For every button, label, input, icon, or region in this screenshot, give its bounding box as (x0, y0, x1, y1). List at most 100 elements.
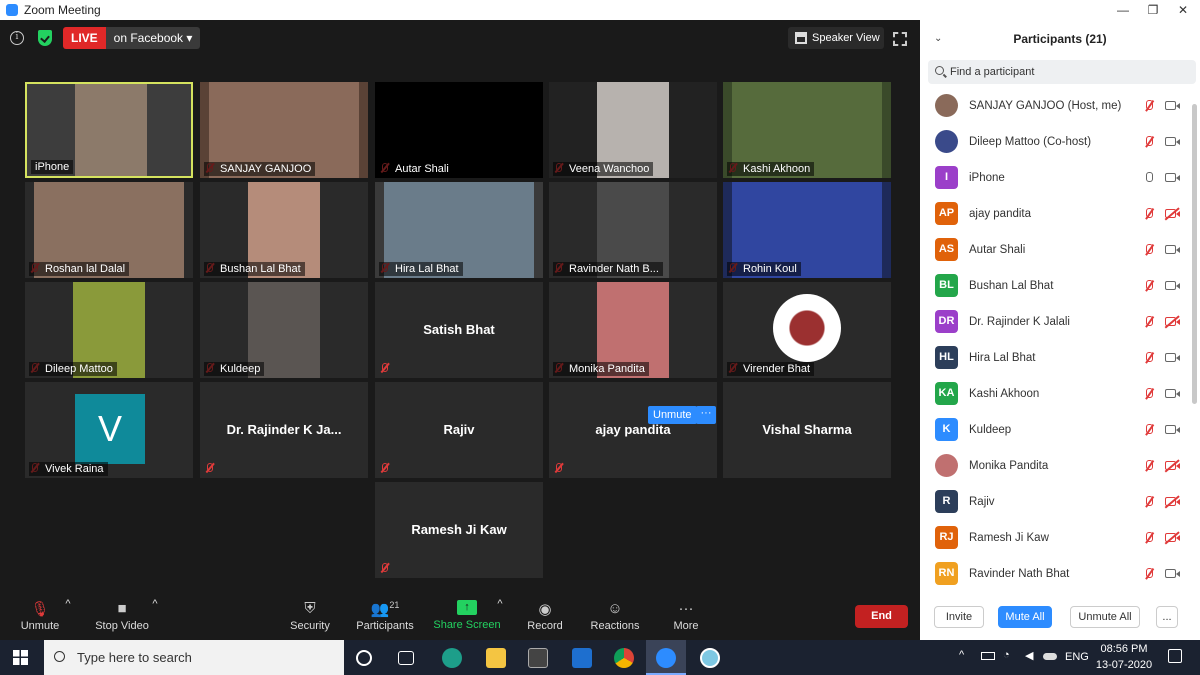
avatar: RJ (935, 526, 958, 549)
participant-row[interactable]: KA Kashi Akhoon (920, 376, 1192, 412)
meeting-toolbar: 🎙 Unmute ^ ■ Stop Video ^ ⛨ Security 👥21… (0, 594, 920, 640)
mute-all-button[interactable]: Mute All (998, 606, 1052, 628)
tile-name-label: Autar Shali (379, 162, 453, 176)
video-tile[interactable]: Roshan lal Dalal (25, 182, 193, 278)
taskbar-date[interactable]: 13-07-2020 (1095, 659, 1153, 671)
panel-more-button[interactable]: ... (1156, 606, 1178, 628)
participant-video (75, 84, 147, 176)
record-button[interactable]: ◉ Record (505, 594, 585, 632)
avatar: K (935, 418, 958, 441)
participant-row[interactable]: DR Dr. Rajinder K Jalali (920, 304, 1192, 340)
video-tile[interactable]: Kashi Akhoon (723, 82, 891, 178)
live-target-label: on Facebook (113, 31, 184, 45)
reactions-button[interactable]: ☺ Reactions (575, 594, 655, 632)
taskbar-search-input[interactable]: Type here to search (44, 640, 344, 675)
collapse-panel-icon[interactable]: ⌄ (934, 20, 942, 58)
video-tile[interactable]: Virender Bhat (723, 282, 891, 378)
maximize-button[interactable]: ❐ (1138, 0, 1168, 20)
participant-row[interactable]: IiPhone (920, 160, 1192, 196)
video-options-caret[interactable]: ^ (145, 598, 165, 610)
video-tile[interactable]: Rohin Koul (723, 182, 891, 278)
chrome-icon[interactable] (614, 648, 634, 668)
notifications-icon[interactable] (1168, 649, 1182, 663)
mail-icon[interactable] (572, 648, 592, 668)
wifi-icon[interactable]: ◔ (1003, 649, 1010, 661)
audio-options-caret[interactable]: ^ (58, 598, 78, 610)
video-tile[interactable]: Kuldeep (200, 282, 368, 378)
close-button[interactable]: ✕ (1168, 0, 1198, 20)
language-indicator[interactable]: ENG (1065, 651, 1089, 663)
video-tile[interactable]: Veena Wanchoo (549, 82, 717, 178)
participants-button[interactable]: 👥21 Participants (345, 594, 425, 632)
video-tile[interactable]: Satish Bhat (375, 282, 543, 378)
video-tile[interactable]: Monika Pandita (549, 282, 717, 378)
store-icon[interactable] (528, 648, 548, 668)
video-tile[interactable]: Rajiv (375, 382, 543, 478)
show-hidden-icons-icon[interactable]: ^ (959, 649, 964, 661)
video-tile[interactable]: Dileep Mattoo (25, 282, 193, 378)
edge-icon[interactable] (442, 648, 462, 668)
tile-unmute-button[interactable]: Unmute (648, 406, 697, 424)
battery-icon[interactable] (981, 652, 995, 660)
tile-more-button[interactable]: ··· (696, 406, 716, 424)
muted-microphone-icon (1144, 244, 1154, 256)
windows-start-icon[interactable] (13, 650, 28, 665)
volume-icon[interactable]: ◀ (1025, 649, 1033, 662)
participant-row[interactable]: RJ Ramesh Ji Kaw (920, 520, 1192, 556)
live-stream-indicator[interactable]: LIVE on Facebook ▾ (63, 27, 201, 49)
live-target-dropdown[interactable]: on Facebook ▾ (105, 27, 201, 49)
participant-row[interactable]: R Rajiv (920, 484, 1192, 520)
participant-row[interactable]: RN Ravinder Nath Bhat (920, 556, 1192, 592)
participants-icon: 👥21 (370, 600, 400, 618)
taskbar-time[interactable]: 08:56 PM (1099, 643, 1149, 655)
video-tile[interactable]: Autar Shali (375, 82, 543, 178)
video-off-icon (1165, 533, 1180, 542)
task-view-icon[interactable] (398, 651, 414, 665)
video-tile[interactable]: Ramesh Ji Kaw (375, 482, 543, 578)
participant-row[interactable]: HL Hira Lal Bhat (920, 340, 1192, 376)
video-tile[interactable]: Bushan Lal Bhat (200, 182, 368, 278)
security-button[interactable]: ⛨ Security (270, 594, 350, 632)
muted-microphone-icon (1144, 424, 1154, 436)
video-tile[interactable]: SANJAY GANJOO (200, 82, 368, 178)
participant-row[interactable]: AP ajay pandita (920, 196, 1192, 232)
fullscreen-icon[interactable] (893, 32, 907, 46)
end-meeting-button[interactable]: End (855, 605, 908, 628)
muted-microphone-icon (1144, 316, 1154, 328)
participant-row[interactable]: K Kuldeep (920, 412, 1192, 448)
video-tile[interactable]: Vishal Sharma (723, 382, 891, 478)
participant-name: Ravinder Nath Bhat (969, 568, 1070, 580)
video-tile[interactable]: V Vivek Raina (25, 382, 193, 478)
minimize-button[interactable]: — (1108, 0, 1138, 20)
file-explorer-icon[interactable] (486, 648, 506, 668)
participant-row[interactable]: Dileep Mattoo (Co-host) (920, 124, 1192, 160)
speaker-view-button[interactable]: Speaker View (788, 27, 884, 49)
unmute-all-button[interactable]: Unmute All (1070, 606, 1140, 628)
video-camera-icon (1165, 569, 1180, 578)
app-icon[interactable] (700, 648, 720, 668)
encryption-shield-icon[interactable] (38, 30, 52, 46)
participant-search-input[interactable]: Find a participant (928, 60, 1196, 84)
zoom-logo-icon (6, 4, 18, 16)
participant-list-scrollbar[interactable] (1192, 104, 1197, 404)
participant-row[interactable]: Monika Pandita (920, 448, 1192, 484)
participant-row[interactable]: AS Autar Shali (920, 232, 1192, 268)
invite-button[interactable]: Invite (934, 606, 984, 628)
zoom-taskbar-button[interactable] (646, 640, 686, 675)
avatar (935, 454, 958, 477)
video-tile[interactable]: ajay pandita (549, 382, 717, 478)
more-dots-icon: ··· (678, 600, 694, 617)
video-tile[interactable]: iPhone (25, 82, 193, 178)
meeting-info-icon[interactable]: i (10, 31, 24, 45)
video-tile[interactable]: Ravinder Nath B... (549, 182, 717, 278)
weather-cloud-icon[interactable] (1043, 653, 1057, 660)
video-tile[interactable]: Hira Lal Bhat (375, 182, 543, 278)
participant-row[interactable]: BL Bushan Lal Bhat (920, 268, 1192, 304)
video-camera-icon (1165, 101, 1180, 110)
video-tile[interactable]: Dr. Rajinder K Ja... (200, 382, 368, 478)
more-button[interactable]: ··· More (646, 594, 726, 632)
participant-row[interactable]: SANJAY GANJOO (Host, me) (920, 88, 1192, 124)
tile-name-label: Kuldeep (204, 362, 265, 376)
tile-name-label: Vivek Raina (29, 462, 108, 476)
cortana-icon[interactable] (356, 650, 372, 666)
